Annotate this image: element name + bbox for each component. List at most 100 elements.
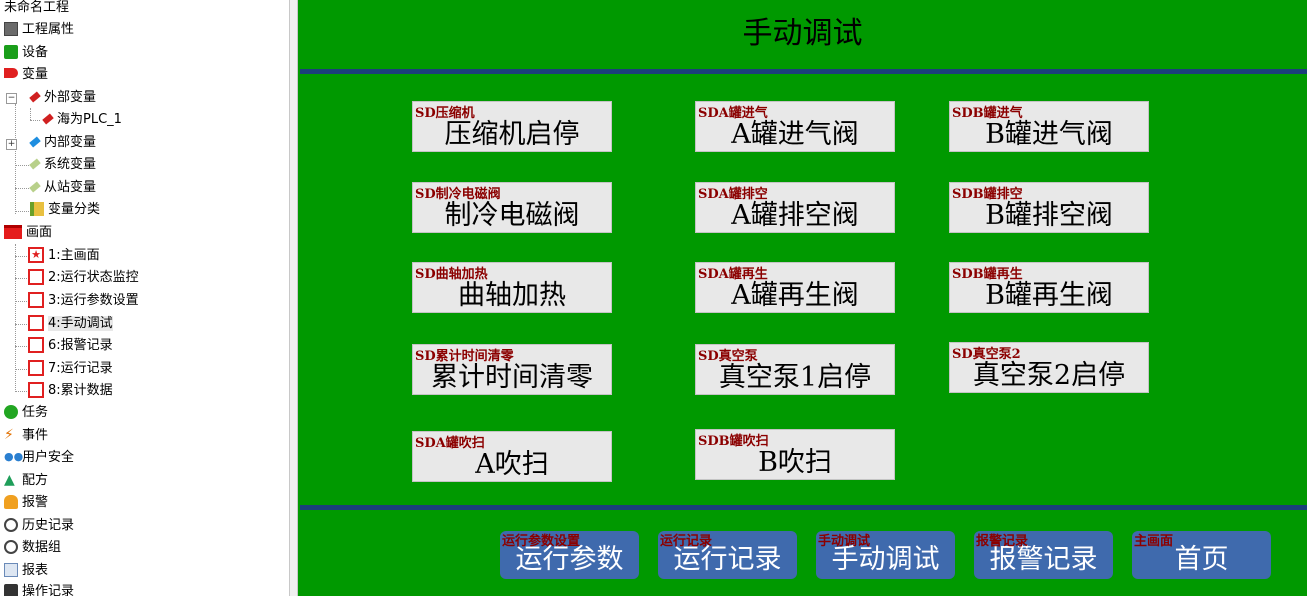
tree-item-label: 3:运行参数设置	[48, 293, 139, 308]
nav-run-records-button[interactable]: 运行记录 运行记录	[658, 531, 797, 579]
tree-item-internal-vars[interactable]: 内部变量	[29, 132, 96, 154]
tree-item-screen-7[interactable]: 7:运行记录	[28, 358, 113, 380]
nav-home-button[interactable]: 首页 主画面	[1132, 531, 1271, 579]
screen-title: 手动调试	[742, 16, 863, 51]
tree-item-label: 历史记录	[22, 518, 75, 533]
slave-variable-icon	[29, 181, 41, 193]
tree-item-label: 配方	[22, 473, 49, 488]
top-separator	[300, 69, 1307, 74]
tree-line	[15, 391, 27, 392]
tree-item-slave-vars[interactable]: 从站变量	[29, 177, 96, 199]
tree-item-screens[interactable]: 画面	[4, 222, 52, 244]
tank-a-vent-valve-button[interactable]: A罐排空阀 SDA罐排空	[695, 182, 895, 233]
crankshaft-heating-button[interactable]: 曲轴加热 SD曲轴加热	[412, 262, 612, 313]
tree-item-label: 设备	[22, 45, 49, 60]
tree-item-history[interactable]: 历史记录	[4, 515, 74, 537]
tree-item-external-vars[interactable]: 外部变量	[29, 87, 96, 109]
tree-item-plc[interactable]: 海为PLC_1	[42, 109, 122, 131]
nav-run-params-button[interactable]: 运行参数 运行参数设置	[500, 531, 639, 579]
screen-icon	[28, 382, 44, 398]
folder-icon	[30, 202, 44, 216]
tree-item-project[interactable]: 未命名工程	[4, 0, 69, 19]
tree-item-screen-2[interactable]: 2:运行状态监控	[28, 267, 139, 289]
tree-line	[15, 346, 27, 347]
variable-tag: SDA罐排空	[698, 187, 768, 202]
tank-a-inlet-valve-button[interactable]: A罐进气阀 SDA罐进气	[695, 101, 895, 152]
tree-item-label: 系统变量	[44, 157, 97, 172]
tree-item-screen-1[interactable]: ★ 1:主画面	[28, 245, 100, 267]
tree-item-label: 数据组	[22, 540, 62, 555]
tree-item-project-props[interactable]: 工程属性	[4, 19, 74, 41]
recipe-flask-icon: ▲	[4, 472, 15, 488]
bottom-separator	[300, 505, 1307, 510]
compressor-toggle-button[interactable]: 压缩机启停 SD压缩机	[412, 101, 612, 152]
internal-variable-icon	[29, 136, 41, 148]
tree-item-label: 8:累计数据	[48, 383, 113, 398]
tree-item-screen-6[interactable]: 6:报警记录	[28, 335, 113, 357]
nav-target-tag: 运行参数设置	[502, 534, 581, 549]
tree-line	[15, 301, 27, 302]
report-icon	[4, 563, 18, 577]
tree-item-tasks[interactable]: 任务	[4, 402, 48, 424]
users-icon: ●●	[4, 450, 24, 463]
tree-item-data-group[interactable]: 数据组	[4, 537, 61, 559]
tree-item-report[interactable]: 报表	[4, 560, 48, 582]
tree-line	[15, 188, 29, 189]
screen-icon	[28, 315, 44, 331]
tree-item-screen-3[interactable]: 3:运行参数设置	[28, 290, 139, 312]
task-icon	[4, 405, 18, 419]
tree-item-alarm[interactable]: 报警	[4, 492, 48, 514]
tree-line	[15, 165, 29, 166]
tree-item-recipe[interactable]: ▲ 配方	[4, 470, 48, 492]
system-variable-icon	[29, 158, 41, 170]
screen-folder-icon	[4, 225, 22, 239]
tree-item-op-log[interactable]: 操作记录	[4, 581, 74, 596]
tank-a-regeneration-valve-button[interactable]: A罐再生阀 SDA罐再生	[695, 262, 895, 313]
tank-b-inlet-valve-button[interactable]: B罐进气阀 SDB罐进气	[949, 101, 1149, 152]
tank-b-purge-button[interactable]: B吹扫 SDB罐吹扫	[695, 429, 895, 480]
variable-tag: SDB罐再生	[952, 267, 1023, 282]
hmi-screen: 手动调试 压缩机启停 SD压缩机 A罐进气阀 SDA罐进气 B罐进气阀 SDB罐…	[298, 0, 1307, 596]
tree-item-var-category[interactable]: 变量分类	[30, 199, 100, 221]
vacuum-pump-1-toggle-button[interactable]: 真空泵1启停 SD真空泵	[695, 344, 895, 395]
tank-b-regeneration-valve-button[interactable]: B罐再生阀 SDB罐再生	[949, 262, 1149, 313]
tree-item-label: 任务	[22, 405, 49, 420]
tree-item-events[interactable]: ⚡ 事件	[4, 425, 48, 447]
nav-target-tag: 手动调试	[818, 534, 871, 549]
tree-line	[15, 256, 27, 257]
nav-target-tag: 主画面	[1134, 534, 1174, 549]
nav-manual-debug-button[interactable]: 手动调试 手动调试	[816, 531, 955, 579]
device-icon	[4, 45, 18, 59]
tank-b-vent-valve-button[interactable]: B罐排空阀 SDB罐排空	[949, 182, 1149, 233]
variable-tag: SDB罐进气	[952, 106, 1023, 121]
nav-target-tag: 报警记录	[976, 534, 1029, 549]
tree-item-variables[interactable]: 变量	[4, 64, 48, 86]
expand-icon[interactable]: +	[6, 139, 17, 150]
variable-tag-icon	[4, 68, 18, 78]
screen-icon	[28, 269, 44, 285]
tree-item-screen-8[interactable]: 8:累计数据	[28, 380, 113, 402]
tree-item-system-vars[interactable]: 系统变量	[29, 154, 97, 176]
variable-tag: SDB罐吹扫	[698, 434, 769, 449]
history-clock-icon	[4, 518, 18, 532]
tree-item-label: 变量分类	[48, 202, 101, 217]
tree-line	[30, 120, 40, 121]
tree-item-label: 6:报警记录	[48, 338, 113, 353]
splitter[interactable]	[289, 0, 298, 596]
tree-line	[15, 104, 16, 214]
screen-icon	[28, 360, 44, 376]
nav-alarm-records-button[interactable]: 报警记录 报警记录	[974, 531, 1113, 579]
reset-accumulated-time-button[interactable]: 累计时间清零 SD累计时间清零	[412, 344, 612, 395]
refrigeration-solenoid-valve-button[interactable]: 制冷电磁阀 SD制冷电磁阀	[412, 182, 612, 233]
tree-item-label: 操作记录	[22, 584, 75, 596]
vacuum-pump-2-toggle-button[interactable]: 真空泵2启停 SD真空泵2	[949, 342, 1149, 393]
tank-a-purge-button[interactable]: A吹扫 SDA罐吹扫	[412, 431, 612, 482]
tree-item-user-security[interactable]: ●●用户安全	[4, 447, 74, 469]
operation-log-icon	[4, 584, 18, 596]
tree-line	[15, 278, 27, 279]
variable-tag: SD曲轴加热	[415, 267, 488, 282]
variable-tag: SD真空泵2	[952, 347, 1021, 362]
collapse-icon[interactable]: −	[6, 93, 17, 104]
tree-item-device[interactable]: 设备	[4, 42, 48, 64]
tree-item-screen-4[interactable]: 4:手动调试	[28, 313, 113, 335]
